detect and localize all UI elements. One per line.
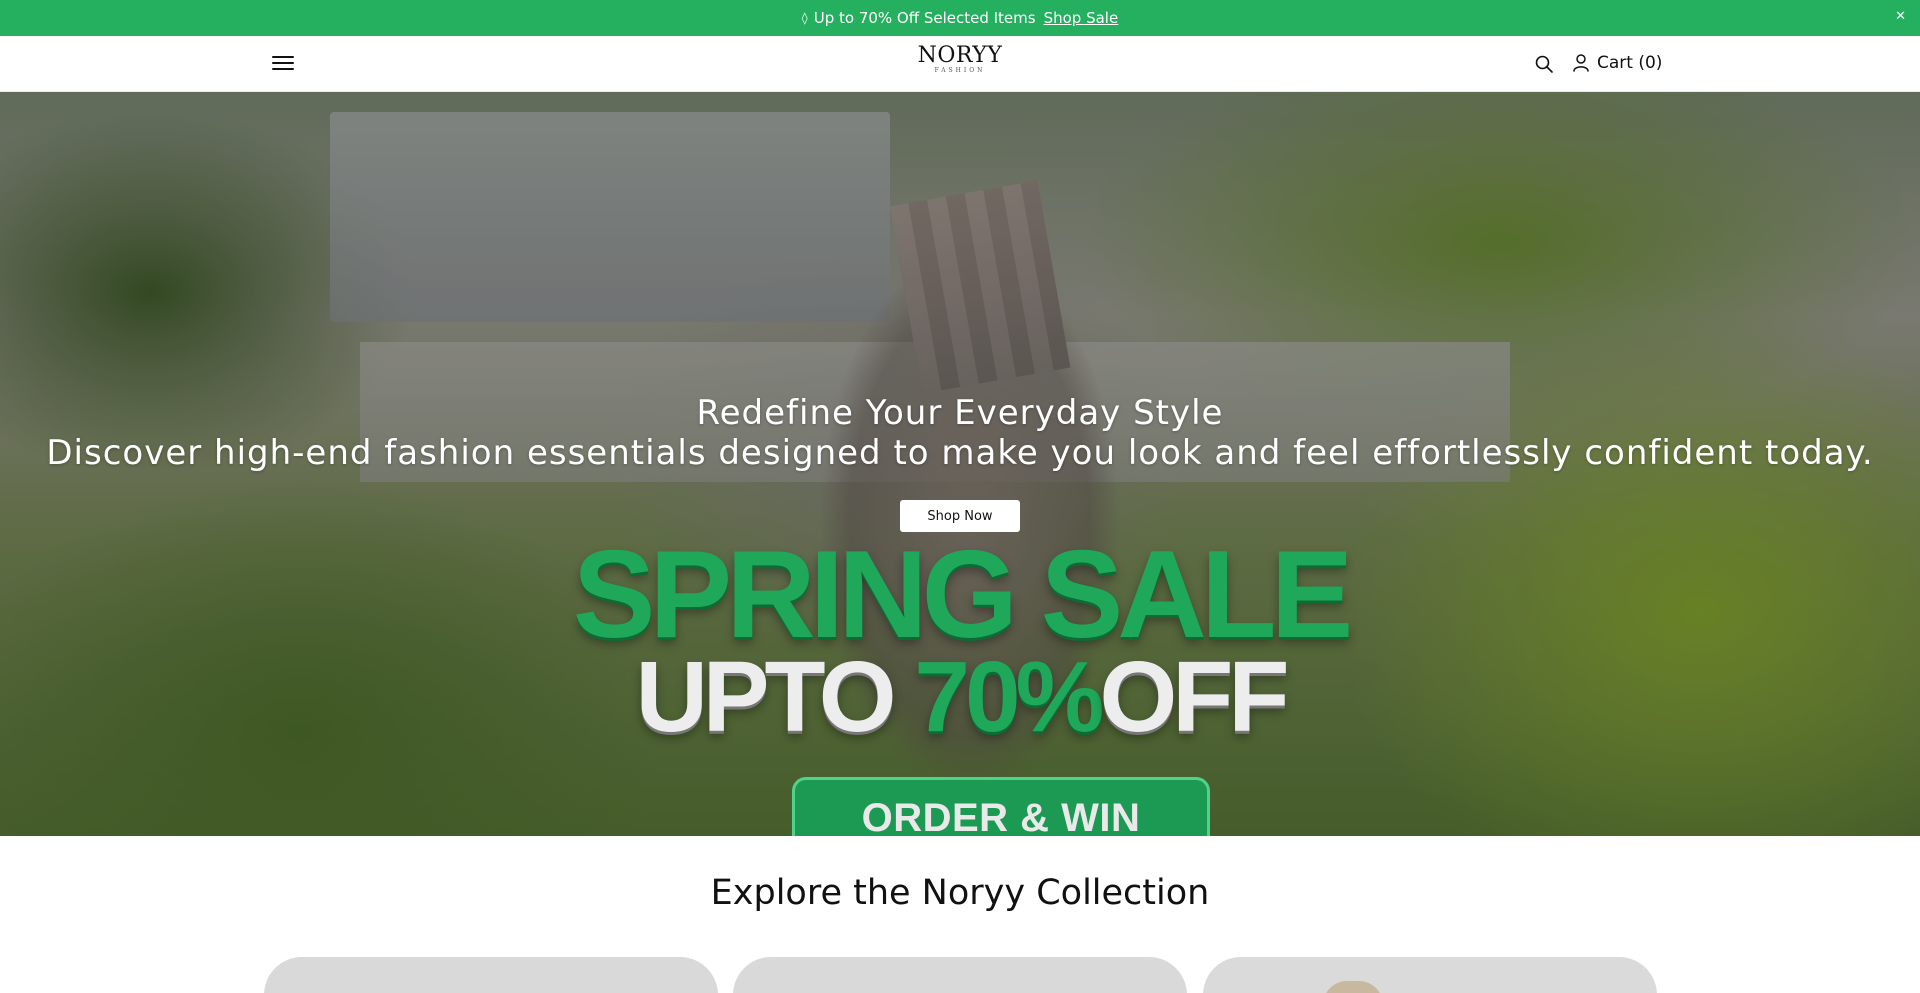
cart-button[interactable]: Cart (0): [1597, 53, 1662, 73]
collection-card-2[interactable]: [733, 957, 1187, 993]
hero-title: Redefine Your Everyday Style: [696, 393, 1224, 433]
logo-text: NORYY: [917, 43, 1003, 68]
hamburger-menu-icon[interactable]: [272, 53, 294, 75]
hero-banner: Redefine Your Everyday Style Discover hi…: [0, 92, 1920, 836]
promo-discount-percent: 70%: [914, 641, 1104, 753]
collection-title: Explore the Noryy Collection: [710, 873, 1210, 913]
promo-badge: ORDER & WIN PRIZES: [792, 777, 1210, 836]
site-header: NORYY FASHION Cart (0): [0, 36, 1920, 92]
promo-discount-prefix: UPTO: [635, 641, 915, 753]
announcement-bar: ◊ Up to 70% Off Selected Items Shop Sale…: [0, 0, 1920, 36]
collection-card-1[interactable]: [264, 957, 718, 993]
promo-discount-suffix: OFF: [1099, 641, 1289, 753]
product-image: [1323, 981, 1383, 993]
hero-subtitle: Discover high-end fashion essentials des…: [46, 433, 1874, 473]
collection-card-3[interactable]: [1203, 957, 1657, 993]
announcement-message: Up to 70% Off Selected Items: [813, 9, 1036, 27]
promo-discount: UPTO 70%OFF: [0, 640, 1920, 755]
user-icon[interactable]: [1572, 53, 1590, 73]
close-icon[interactable]: ✕: [1895, 9, 1906, 24]
shop-sale-link[interactable]: Shop Sale: [1044, 9, 1119, 27]
logo-subtext: FASHION: [934, 67, 986, 74]
search-icon[interactable]: [1534, 54, 1554, 74]
logo[interactable]: NORYY FASHION: [900, 45, 1020, 75]
tag-icon: ◊: [801, 11, 808, 25]
